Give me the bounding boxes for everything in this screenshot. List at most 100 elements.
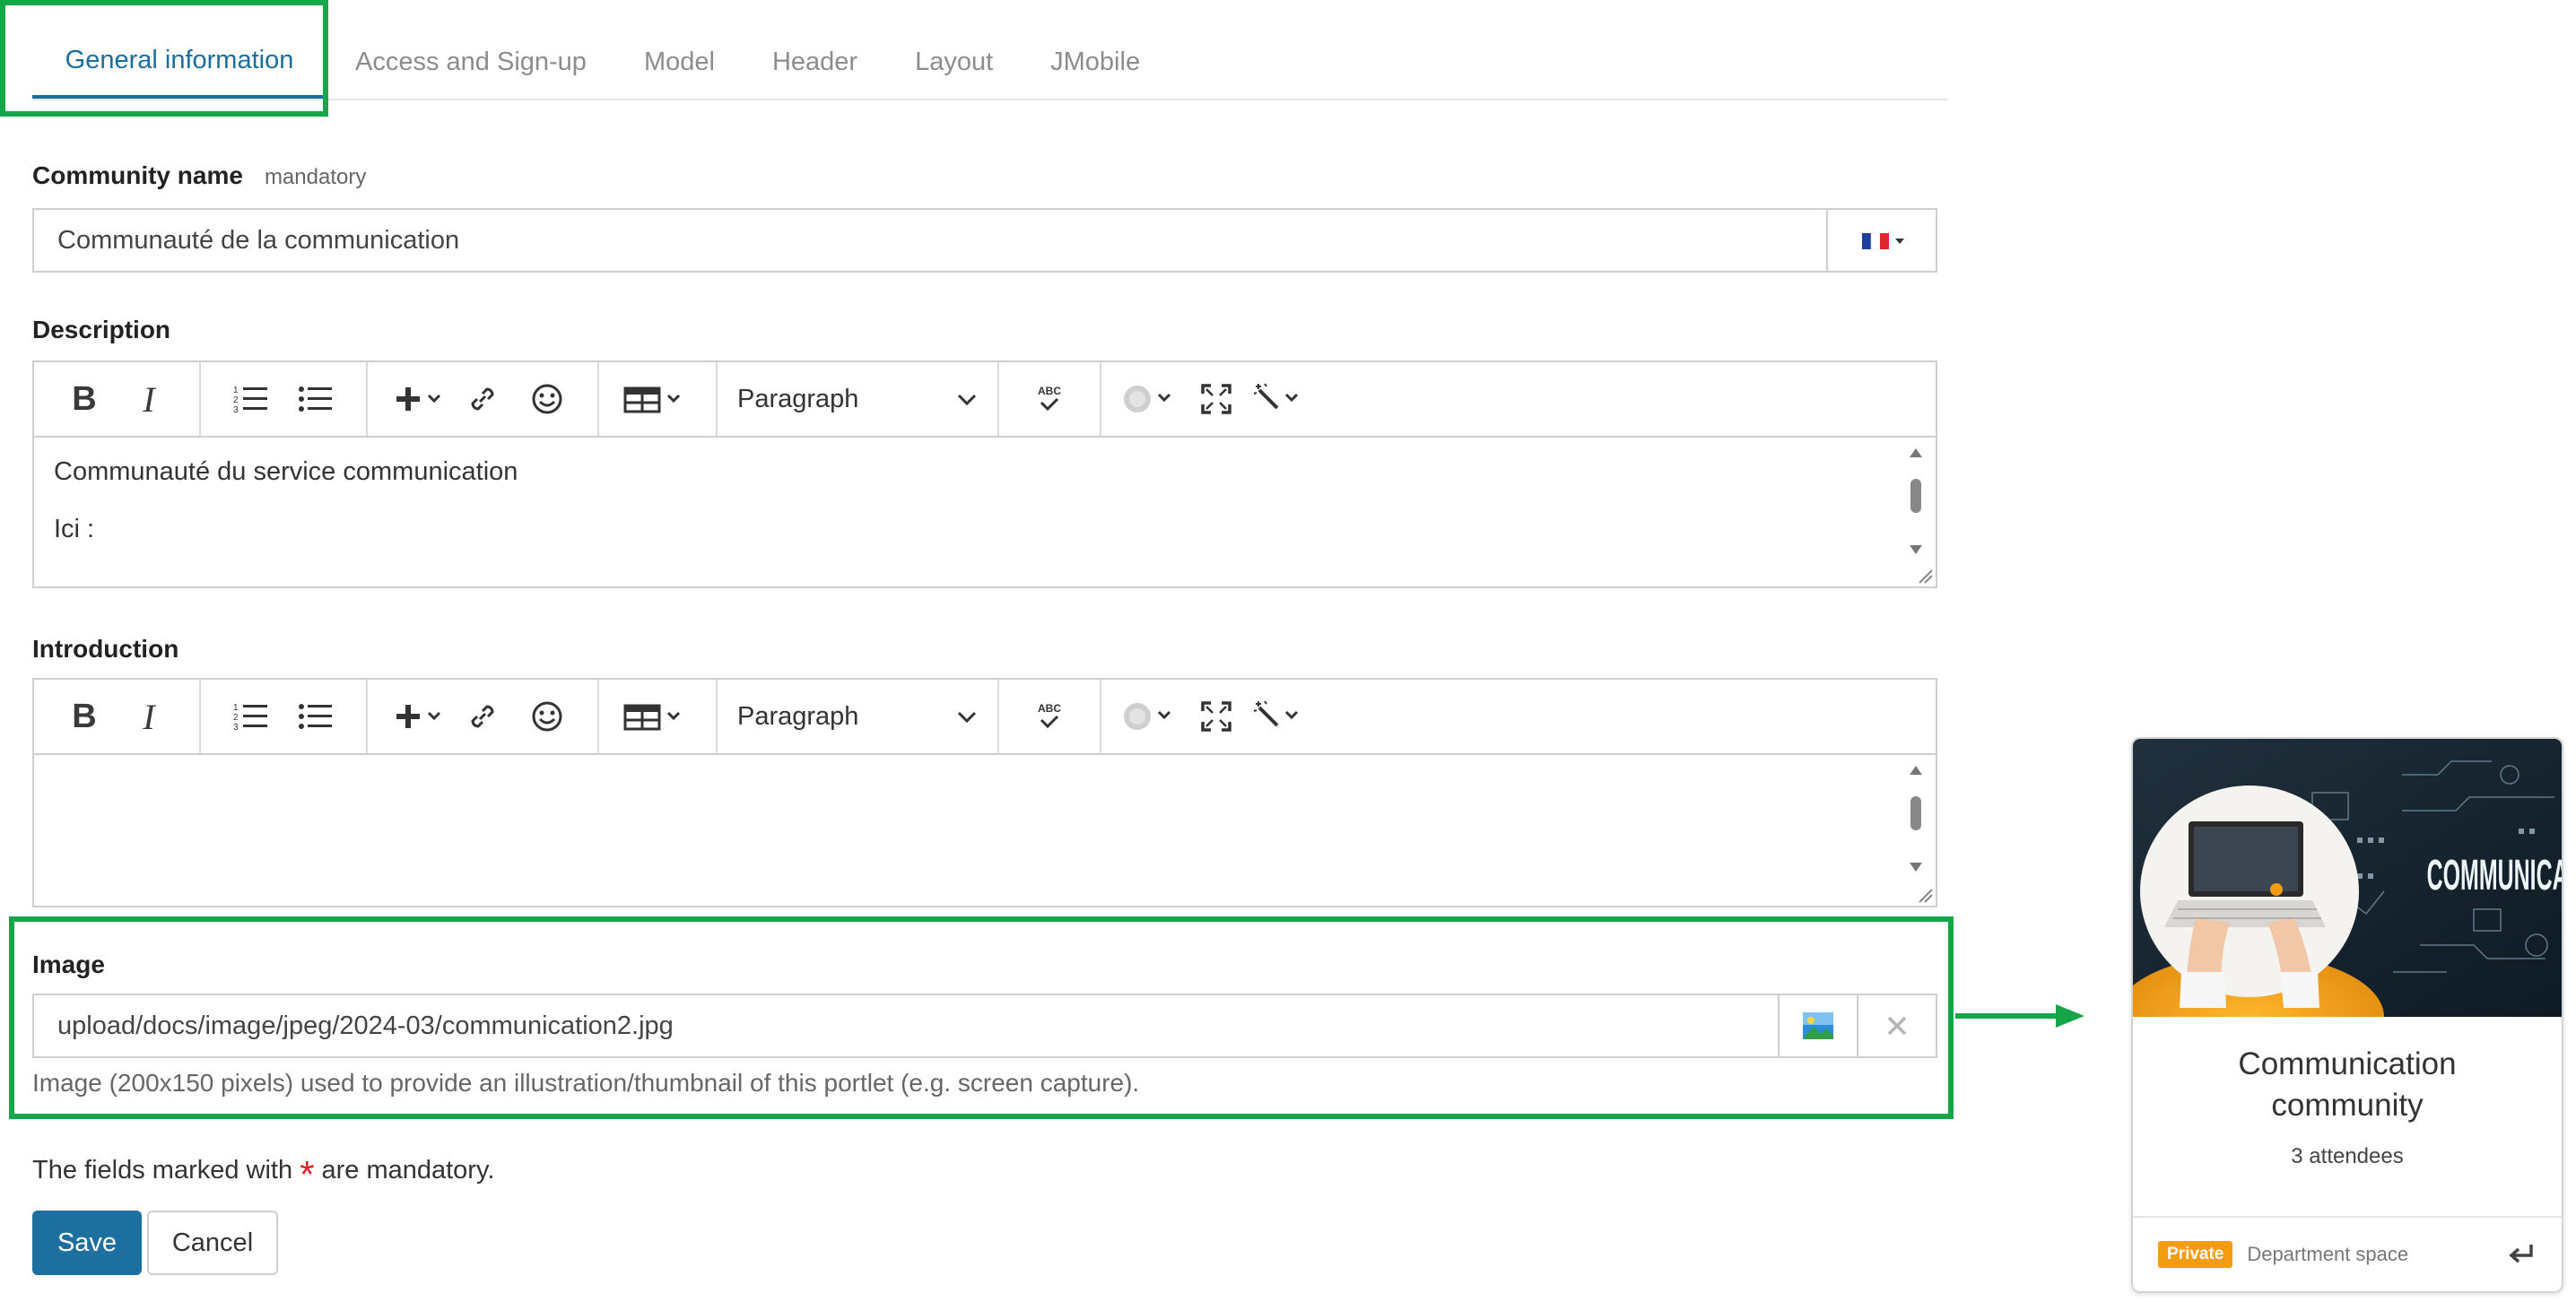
link-button[interactable]: [450, 684, 515, 749]
description-line-1: Communauté du service communication: [54, 457, 518, 486]
arrow-right-icon: [1955, 1004, 2084, 1028]
italic-button[interactable]: I: [117, 684, 181, 749]
community-name-field: Communauté de la communication: [32, 208, 1937, 273]
bullet-list-button[interactable]: [283, 367, 348, 431]
table-button[interactable]: [617, 367, 698, 431]
introduction-content[interactable]: [34, 755, 1936, 906]
tab-access-and-sign-up[interactable]: Access and Sign-up: [326, 25, 615, 99]
tab-jmobile[interactable]: JMobile: [1022, 25, 1169, 99]
spellcheck-button[interactable]: ABC: [1017, 367, 1082, 431]
vertical-scrollbar[interactable]: [1905, 762, 1927, 875]
card-title-line-1: Communication: [2238, 1046, 2457, 1081]
emoji-button[interactable]: [515, 684, 579, 749]
tab-model[interactable]: Model: [615, 25, 744, 99]
ordered-list-icon: 1 2 3: [233, 386, 267, 415]
close-icon: [1887, 1016, 1907, 1036]
insert-button[interactable]: [386, 684, 450, 749]
image-label: Image: [32, 950, 105, 978]
french-flag-icon: [1862, 232, 1904, 250]
paragraph-format-value: Paragraph: [737, 701, 859, 731]
emoji-button[interactable]: [515, 367, 579, 431]
description-line-2: Ici :: [54, 515, 95, 543]
table-icon: [623, 386, 681, 413]
emoji-icon: [532, 701, 562, 732]
description-label: Description: [32, 316, 171, 343]
svg-text:1: 1: [233, 386, 239, 395]
mandatory-note: The fields marked with * are mandatory.: [32, 1153, 494, 1196]
card-footer: Private Department space: [2133, 1216, 2562, 1291]
magic-wand-icon: [1253, 383, 1299, 410]
private-badge: Private: [2158, 1241, 2233, 1268]
resize-handle-icon[interactable]: [1916, 886, 1934, 904]
emoji-icon: [532, 384, 562, 414]
spellcheck-button[interactable]: ABC: [1017, 684, 1082, 749]
save-button[interactable]: Save: [32, 1211, 142, 1275]
svg-text:3: 3: [233, 405, 239, 415]
description-content[interactable]: Communauté du service communication Ici …: [34, 438, 1936, 586]
translate-button[interactable]: [1119, 684, 1184, 749]
mandatory-hint: mandatory: [264, 165, 367, 189]
community-name-input[interactable]: Communauté de la communication: [34, 210, 1826, 271]
fullscreen-icon: [1201, 701, 1231, 732]
spellcheck-abc-text: ABC: [1038, 385, 1061, 397]
insert-plus-icon: [396, 387, 441, 411]
chevron-down-icon: [957, 394, 977, 406]
svg-text:1: 1: [233, 703, 239, 713]
clear-image-button[interactable]: [1857, 995, 1936, 1056]
image-path-input[interactable]: upload/docs/image/jpeg/2024-03/communica…: [34, 995, 1778, 1056]
introduction-label: Introduction: [32, 635, 179, 663]
spellcheck-abc-text: ABC: [1038, 702, 1061, 715]
paragraph-format-select[interactable]: Paragraph: [737, 680, 997, 753]
link-button[interactable]: [450, 367, 515, 431]
translate-icon: [1124, 386, 1171, 412]
table-icon: [623, 704, 681, 731]
translate-button[interactable]: [1119, 367, 1184, 431]
fullscreen-icon: [1201, 384, 1231, 414]
mandatory-note-text: The fields marked with: [32, 1156, 293, 1185]
attendee-count: 3 attendees: [2291, 1144, 2404, 1168]
resize-handle-icon[interactable]: [1916, 567, 1934, 585]
spellcheck-icon: ABC: [1038, 702, 1061, 729]
mandatory-note-text-end: are mandatory.: [321, 1156, 495, 1185]
insert-button[interactable]: [386, 367, 450, 431]
spellcheck-icon: ABC: [1038, 385, 1061, 412]
fullscreen-button[interactable]: [1184, 367, 1249, 431]
ordered-list-button[interactable]: 1 2 3: [219, 367, 283, 431]
description-toolbar: B I 1 2 3 Paragraph ABC: [34, 362, 1936, 438]
bullet-list-icon: [299, 704, 332, 729]
image-help-text: Image (200x150 pixels) used to provide a…: [32, 1069, 1140, 1097]
ordered-list-button[interactable]: 1 2 3: [219, 684, 283, 749]
table-button[interactable]: [617, 684, 698, 749]
card-image-text: COMMUNICATION: [2427, 851, 2563, 899]
magic-wand-button[interactable]: [1249, 684, 1313, 749]
image-field: upload/docs/image/jpeg/2024-03/communica…: [32, 994, 1937, 1058]
bullet-list-icon: [299, 386, 332, 412]
link-icon: [471, 705, 494, 728]
svg-text:2: 2: [233, 713, 239, 723]
community-preview-card[interactable]: COMMUNICATION Communication community 3 …: [2131, 737, 2563, 1293]
italic-button[interactable]: I: [117, 367, 181, 431]
introduction-editor: B I 1 2 3 Paragraph ABC: [32, 678, 1937, 907]
image-picker-icon: [1803, 1012, 1833, 1039]
vertical-scrollbar[interactable]: [1905, 445, 1927, 558]
tab-header[interactable]: Header: [744, 25, 886, 99]
tab-layout[interactable]: Layout: [886, 25, 1022, 99]
cancel-button[interactable]: Cancel: [147, 1211, 278, 1275]
bold-button[interactable]: B: [52, 367, 117, 431]
magic-wand-button[interactable]: [1249, 367, 1313, 431]
bullet-list-button[interactable]: [283, 684, 348, 749]
fullscreen-button[interactable]: [1184, 684, 1249, 749]
card-title: Communication community: [2133, 1044, 2562, 1126]
card-title-line-2: community: [2271, 1088, 2424, 1123]
enter-arrow-icon[interactable]: [2506, 1241, 2537, 1268]
chevron-down-icon: [957, 711, 977, 724]
language-selector[interactable]: [1826, 210, 1936, 271]
paragraph-format-select[interactable]: Paragraph: [737, 362, 997, 436]
paragraph-format-value: Paragraph: [737, 384, 859, 413]
community-name-label: Community name mandatory: [32, 161, 367, 189]
svg-text:2: 2: [233, 395, 239, 405]
magic-wand-icon: [1253, 700, 1299, 727]
highlight-box-tab: [0, 0, 328, 117]
bold-button[interactable]: B: [52, 684, 117, 749]
choose-image-button[interactable]: [1778, 995, 1857, 1056]
